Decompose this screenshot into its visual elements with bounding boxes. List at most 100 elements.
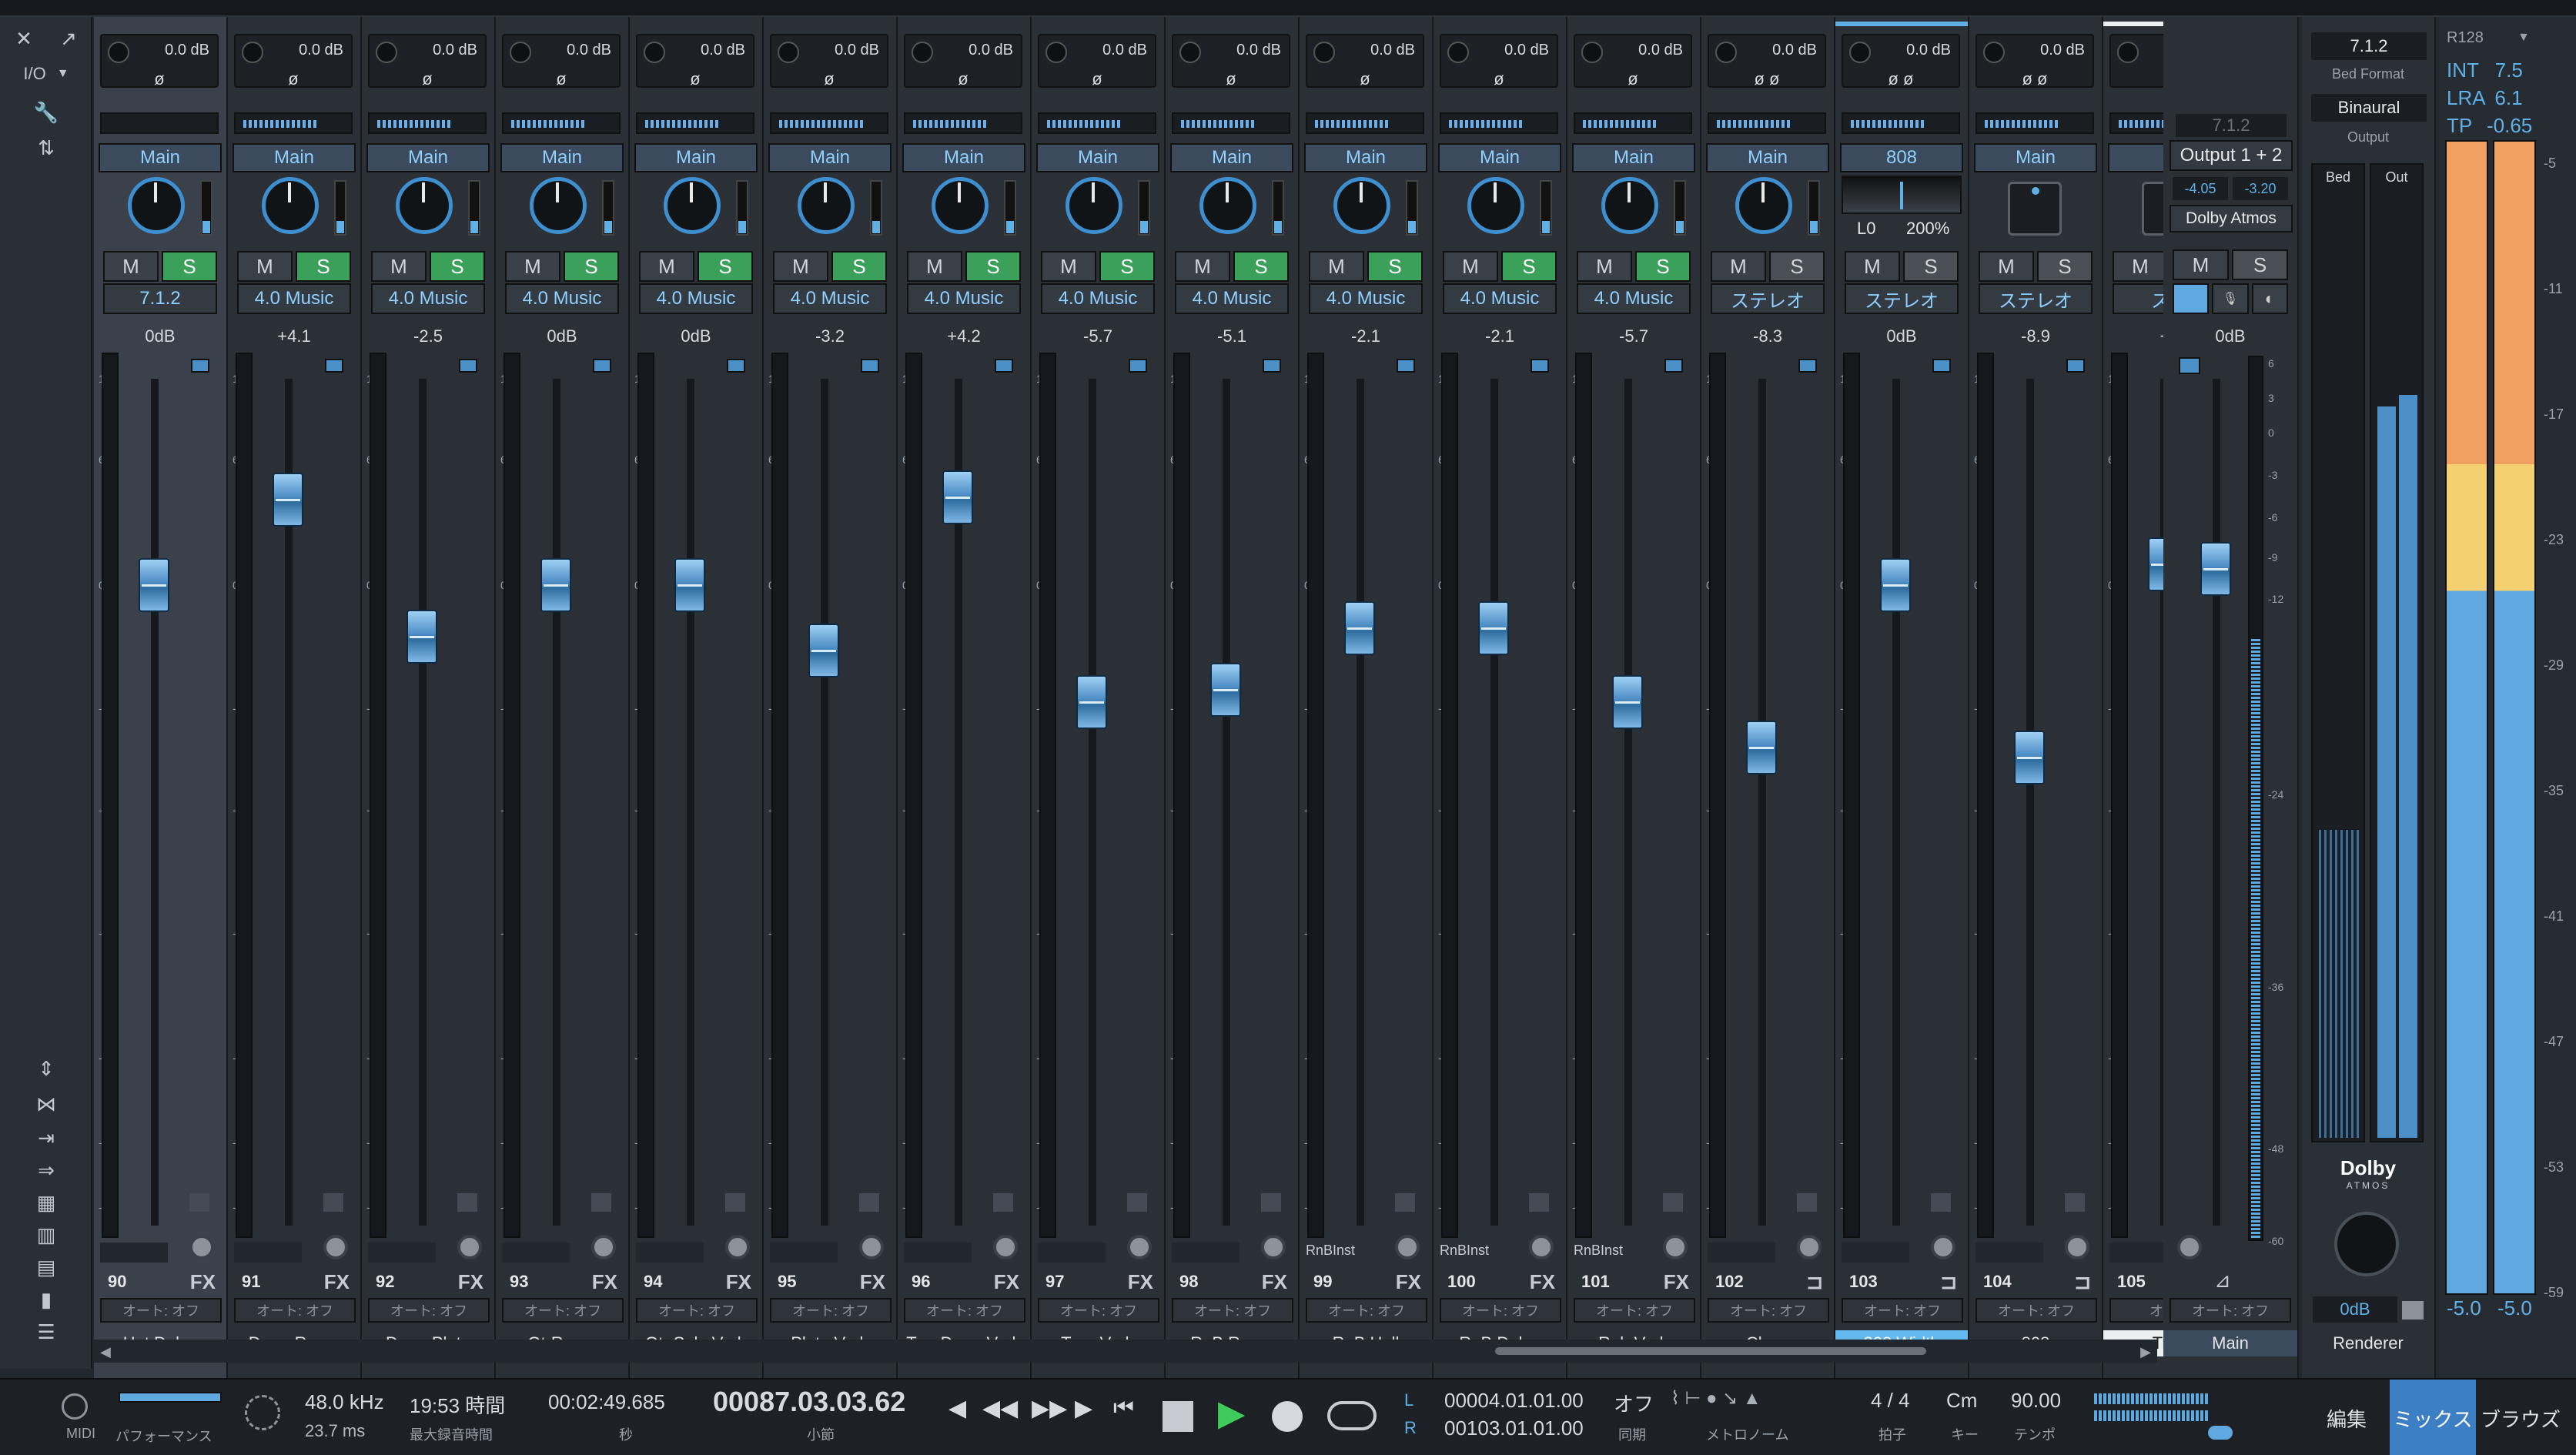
- channel-format[interactable]: 4.0 Music: [907, 283, 1021, 314]
- mute-button[interactable]: M: [103, 251, 159, 282]
- pan-knob[interactable]: [664, 177, 721, 234]
- send-slot[interactable]: [1975, 1243, 2043, 1263]
- solo-button[interactable]: S: [1233, 251, 1289, 282]
- tempo-value[interactable]: 90.00: [2011, 1389, 2061, 1413]
- output-fader[interactable]: [2200, 542, 2231, 596]
- pan-knob[interactable]: [932, 177, 989, 234]
- input-gain-box[interactable]: 0.0 dB ø ø: [1842, 34, 1960, 89]
- time-unit[interactable]: 秒: [619, 1424, 633, 1444]
- rewind-icon[interactable]: ◀◀: [982, 1395, 1018, 1422]
- metronome-controls-icon[interactable]: ⌇ ⊢ ● ↘ ▲: [1671, 1387, 1761, 1410]
- input-gain-box[interactable]: 0.0 dB ø: [1038, 34, 1156, 89]
- channel-format[interactable]: ステレオ: [1845, 283, 1959, 314]
- time-display[interactable]: 00:02:49.685: [548, 1390, 665, 1414]
- loop-icon[interactable]: [1327, 1401, 1377, 1430]
- stack-icon[interactable]: ▤: [8, 1252, 85, 1283]
- grid-icon[interactable]: ▦: [8, 1187, 85, 1218]
- tab-mix[interactable]: ミックス: [2390, 1380, 2476, 1455]
- renderer-name[interactable]: Renderer: [2302, 1330, 2434, 1356]
- send-slot[interactable]: [904, 1243, 972, 1263]
- output-route-button[interactable]: Main: [1572, 143, 1695, 172]
- loop-start[interactable]: 00004.01.01.00: [1444, 1389, 1584, 1413]
- mute-button[interactable]: M: [773, 251, 828, 282]
- volume-fader[interactable]: [1076, 675, 1107, 729]
- mute-button[interactable]: M: [371, 251, 427, 282]
- solo-button[interactable]: S: [2037, 251, 2093, 282]
- volume-fader[interactable]: [2014, 731, 2045, 784]
- channel-format[interactable]: 4.0 Music: [237, 283, 351, 314]
- volume-fader[interactable]: [1344, 601, 1375, 655]
- close-icon[interactable]: ✕: [5, 23, 43, 54]
- pan-knob[interactable]: [128, 177, 185, 234]
- record-icon[interactable]: [1272, 1401, 1303, 1432]
- expand-icon[interactable]: ↗: [49, 23, 88, 54]
- scroll-left-icon[interactable]: ◀: [100, 1344, 111, 1360]
- routing-icon[interactable]: ⇅: [8, 132, 85, 163]
- fx-button[interactable]: FX: [1262, 1270, 1287, 1294]
- phase-invert-icon[interactable]: ø: [1575, 69, 1691, 89]
- tab-edit[interactable]: 編集: [2303, 1380, 2390, 1455]
- solo-button[interactable]: S: [162, 251, 217, 282]
- input-gain-knob[interactable]: [1581, 42, 1603, 63]
- automation-button[interactable]: オート: オフ: [904, 1298, 1025, 1323]
- solo-button[interactable]: S: [296, 251, 351, 282]
- pan-knob[interactable]: [798, 177, 855, 234]
- fx-button[interactable]: FX: [1530, 1270, 1555, 1294]
- volume-fader[interactable]: [406, 610, 437, 664]
- tab-browse[interactable]: ブラウズ: [2477, 1380, 2564, 1455]
- meter-mode-icon[interactable]: [725, 1193, 745, 1212]
- meter-mode-icon[interactable]: [1663, 1193, 1683, 1212]
- output-route-button[interactable]: Main: [99, 143, 222, 172]
- pan-knob[interactable]: [1735, 177, 1792, 234]
- dolby-atmos-button[interactable]: Dolby Atmos: [2170, 205, 2293, 232]
- meter-mode-icon[interactable]: [1931, 1193, 1951, 1212]
- phase-invert-icon[interactable]: ø: [637, 69, 753, 89]
- fx-button[interactable]: FX: [726, 1270, 751, 1294]
- automation-button[interactable]: オート: オフ: [100, 1298, 222, 1323]
- fx-button[interactable]: FX: [458, 1270, 483, 1294]
- fx-button[interactable]: FX: [1396, 1270, 1421, 1294]
- rewind-start-icon[interactable]: ◀: [948, 1395, 966, 1422]
- send-slot[interactable]: [100, 1243, 168, 1263]
- output-solo-button[interactable]: S: [2232, 249, 2288, 280]
- fx-button[interactable]: FX: [994, 1270, 1019, 1294]
- channel-format[interactable]: 4.0 Music: [1041, 283, 1155, 314]
- mute-button[interactable]: M: [1041, 251, 1096, 282]
- meter-mode-icon[interactable]: [859, 1193, 879, 1212]
- mute-button[interactable]: M: [639, 251, 694, 282]
- meter-mode-icon[interactable]: [189, 1193, 209, 1212]
- input-gain-knob[interactable]: [1849, 42, 1871, 63]
- input-gain-box[interactable]: 0.0 dB ø: [100, 34, 219, 89]
- send-slot[interactable]: [1038, 1243, 1106, 1263]
- record-arm-button[interactable]: [859, 1235, 884, 1259]
- channel-format[interactable]: 4.0 Music: [773, 283, 887, 314]
- record-arm-button[interactable]: [457, 1235, 482, 1259]
- meter-icon[interactable]: ▮: [8, 1284, 85, 1315]
- channel-format[interactable]: 4.0 Music: [1577, 283, 1691, 314]
- fast-forward-icon[interactable]: ▶▶: [1032, 1395, 1067, 1422]
- mute-button[interactable]: M: [2113, 251, 2168, 282]
- meter-mode-icon[interactable]: [591, 1193, 611, 1212]
- channel-format[interactable]: 4.0 Music: [639, 283, 753, 314]
- output-route-button[interactable]: Main: [1304, 143, 1427, 172]
- automation-button[interactable]: オート: オフ: [234, 1298, 356, 1323]
- fx-button[interactable]: FX: [190, 1270, 216, 1294]
- automation-button[interactable]: オート: オフ: [1708, 1298, 1829, 1323]
- binaural-value[interactable]: Binaural: [2311, 94, 2427, 122]
- fx-button[interactable]: FX: [1664, 1270, 1689, 1294]
- input-gain-knob[interactable]: [510, 42, 531, 63]
- solo-button[interactable]: S: [1501, 251, 1557, 282]
- send-slot[interactable]: [1842, 1243, 1909, 1263]
- record-arm-button[interactable]: [189, 1235, 214, 1259]
- mute-button[interactable]: M: [1443, 251, 1498, 282]
- volume-toggle-icon[interactable]: [2208, 1426, 2233, 1440]
- input-gain-knob[interactable]: [1179, 42, 1201, 63]
- phase-invert-icon[interactable]: ø: [1307, 69, 1423, 89]
- automation-button[interactable]: オート: オフ: [1038, 1298, 1159, 1323]
- input-gain-knob[interactable]: [1313, 42, 1335, 63]
- listen-icon[interactable]: [2173, 283, 2210, 314]
- input-gain-box[interactable]: 0.0 dB ø: [636, 34, 754, 89]
- pan-knob[interactable]: [1601, 177, 1658, 234]
- pan-knob[interactable]: [262, 177, 319, 234]
- phase-invert-icon[interactable]: ø ø: [1977, 69, 2093, 89]
